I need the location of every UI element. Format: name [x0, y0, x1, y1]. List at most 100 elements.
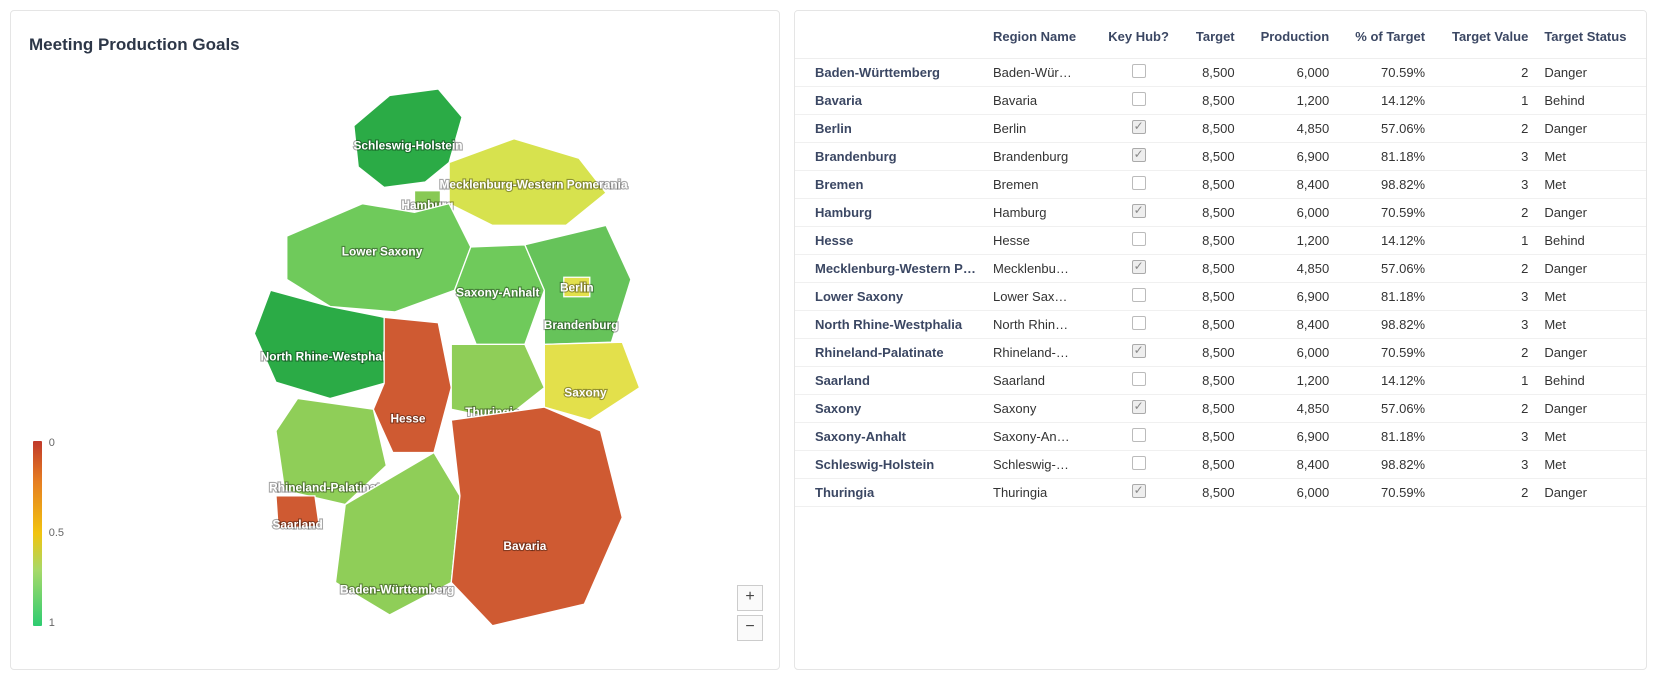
label-saxony-anhalt: Saxony-Anhalt: [456, 286, 539, 300]
row-production: 8,400: [1243, 311, 1338, 339]
row-keyhub: [1096, 115, 1182, 143]
checkbox-icon: [1132, 148, 1146, 162]
checkbox-icon: [1132, 204, 1146, 218]
row-pct: 70.59%: [1337, 199, 1433, 227]
col-keyhub[interactable]: Key Hub?: [1096, 11, 1182, 59]
state-hesse[interactable]: [373, 317, 451, 452]
germany-map[interactable]: Schleswig-Holstein Mecklenburg-Western P…: [11, 63, 779, 669]
checkbox-icon: [1132, 400, 1146, 414]
row-name: Rhineland-Palatinate: [795, 339, 985, 367]
row-tval: 3: [1433, 143, 1536, 171]
row-region: Berlin: [985, 115, 1096, 143]
row-status: Behind: [1536, 367, 1646, 395]
state-bavaria[interactable]: [451, 407, 622, 626]
table-row[interactable]: ThuringiaThuringia8,5006,00070.59%2Dange…: [795, 479, 1646, 507]
checkbox-icon: [1132, 260, 1146, 274]
row-tval: 2: [1433, 199, 1536, 227]
table-row[interactable]: BerlinBerlin8,5004,85057.06%2Danger: [795, 115, 1646, 143]
table-row[interactable]: Rhineland-PalatinateRhineland-…8,5006,00…: [795, 339, 1646, 367]
row-region: Bavaria: [985, 87, 1096, 115]
col-rowlabel[interactable]: [795, 11, 985, 59]
row-region: North Rhin…: [985, 311, 1096, 339]
row-status: Danger: [1536, 479, 1646, 507]
col-target[interactable]: Target: [1181, 11, 1242, 59]
table-header: Region Name Key Hub? Target Production %…: [795, 11, 1646, 59]
table-row[interactable]: BrandenburgBrandenburg8,5006,90081.18%3M…: [795, 143, 1646, 171]
row-production: 1,200: [1243, 87, 1338, 115]
row-production: 8,400: [1243, 451, 1338, 479]
table-row[interactable]: HamburgHamburg8,5006,00070.59%2Danger: [795, 199, 1646, 227]
col-pct[interactable]: % of Target: [1337, 11, 1433, 59]
row-target: 8,500: [1181, 171, 1242, 199]
label-schleswig-holstein: Schleswig-Holstein: [353, 139, 462, 153]
row-keyhub: [1096, 59, 1182, 87]
row-status: Danger: [1536, 395, 1646, 423]
row-keyhub: [1096, 283, 1182, 311]
row-pct: 57.06%: [1337, 115, 1433, 143]
row-keyhub: [1096, 199, 1182, 227]
row-keyhub: [1096, 451, 1182, 479]
row-production: 1,200: [1243, 367, 1338, 395]
row-tval: 2: [1433, 339, 1536, 367]
row-target: 8,500: [1181, 367, 1242, 395]
map-title: Meeting Production Goals: [29, 35, 761, 55]
zoom-in-button[interactable]: +: [737, 585, 763, 611]
row-production: 6,000: [1243, 59, 1338, 87]
row-target: 8,500: [1181, 227, 1242, 255]
row-production: 6,000: [1243, 339, 1338, 367]
legend-gradient: [33, 441, 42, 626]
row-name: Thuringia: [795, 479, 985, 507]
data-table: Region Name Key Hub? Target Production %…: [795, 11, 1646, 507]
row-production: 8,400: [1243, 171, 1338, 199]
zoom-out-button[interactable]: −: [737, 615, 763, 641]
row-pct: 14.12%: [1337, 367, 1433, 395]
row-status: Behind: [1536, 227, 1646, 255]
map-area[interactable]: Schleswig-Holstein Mecklenburg-Western P…: [11, 63, 779, 669]
table-row[interactable]: Saxony-AnhaltSaxony-An…8,5006,90081.18%3…: [795, 423, 1646, 451]
table-row[interactable]: Schleswig-HolsteinSchleswig-…8,5008,4009…: [795, 451, 1646, 479]
table-row[interactable]: SaarlandSaarland8,5001,20014.12%1Behind: [795, 367, 1646, 395]
checkbox-icon: [1132, 92, 1146, 106]
col-tval[interactable]: Target Value: [1433, 11, 1536, 59]
row-pct: 14.12%: [1337, 227, 1433, 255]
row-region: Lower Sax…: [985, 283, 1096, 311]
col-status[interactable]: Target Status: [1536, 11, 1646, 59]
row-tval: 2: [1433, 395, 1536, 423]
table-row[interactable]: North Rhine-WestphaliaNorth Rhin… 8,5008,…: [795, 311, 1646, 339]
row-target: 8,500: [1181, 59, 1242, 87]
row-region: Saxony: [985, 395, 1096, 423]
col-production[interactable]: Production: [1243, 11, 1338, 59]
table-row[interactable]: Baden-WürttembergBaden-Wür…8,5006,00070.…: [795, 59, 1646, 87]
row-name: Bavaria: [795, 87, 985, 115]
checkbox-icon: [1132, 344, 1146, 358]
row-status: Danger: [1536, 115, 1646, 143]
row-pct: 98.82%: [1337, 311, 1433, 339]
row-keyhub: [1096, 339, 1182, 367]
col-region[interactable]: Region Name: [985, 11, 1096, 59]
table-row[interactable]: SaxonySaxony8,5004,85057.06%2Danger: [795, 395, 1646, 423]
row-tval: 2: [1433, 255, 1536, 283]
row-name: North Rhine-Westphalia: [795, 311, 985, 339]
row-target: 8,500: [1181, 451, 1242, 479]
row-keyhub: [1096, 255, 1182, 283]
row-name: Brandenburg: [795, 143, 985, 171]
legend-labels: 0 0.5 1: [42, 441, 69, 631]
checkbox-icon: [1132, 372, 1146, 386]
table-row[interactable]: BavariaBavaria8,5001,20014.12%1Behind: [795, 87, 1646, 115]
table-body: Baden-WürttembergBaden-Wür…8,5006,00070.…: [795, 59, 1646, 507]
row-status: Met: [1536, 283, 1646, 311]
row-target: 8,500: [1181, 311, 1242, 339]
row-tval: 2: [1433, 115, 1536, 143]
row-name: Mecklenburg-Western Po…: [795, 255, 985, 283]
row-production: 6,900: [1243, 283, 1338, 311]
table-row[interactable]: Lower SaxonyLower Sax…8,5006,90081.18%3M…: [795, 283, 1646, 311]
row-region: Hesse: [985, 227, 1096, 255]
state-saxony[interactable]: [544, 342, 639, 420]
label-bw: Baden-Württemberg: [340, 582, 454, 596]
row-status: Met: [1536, 171, 1646, 199]
table-row[interactable]: Mecklenburg-Western Po…Mecklenbu…8,5004,…: [795, 255, 1646, 283]
table-row[interactable]: BremenBremen8,5008,40098.82%3Met: [795, 171, 1646, 199]
row-target: 8,500: [1181, 339, 1242, 367]
table-row[interactable]: HesseHesse8,5001,20014.12%1Behind: [795, 227, 1646, 255]
row-pct: 98.82%: [1337, 171, 1433, 199]
